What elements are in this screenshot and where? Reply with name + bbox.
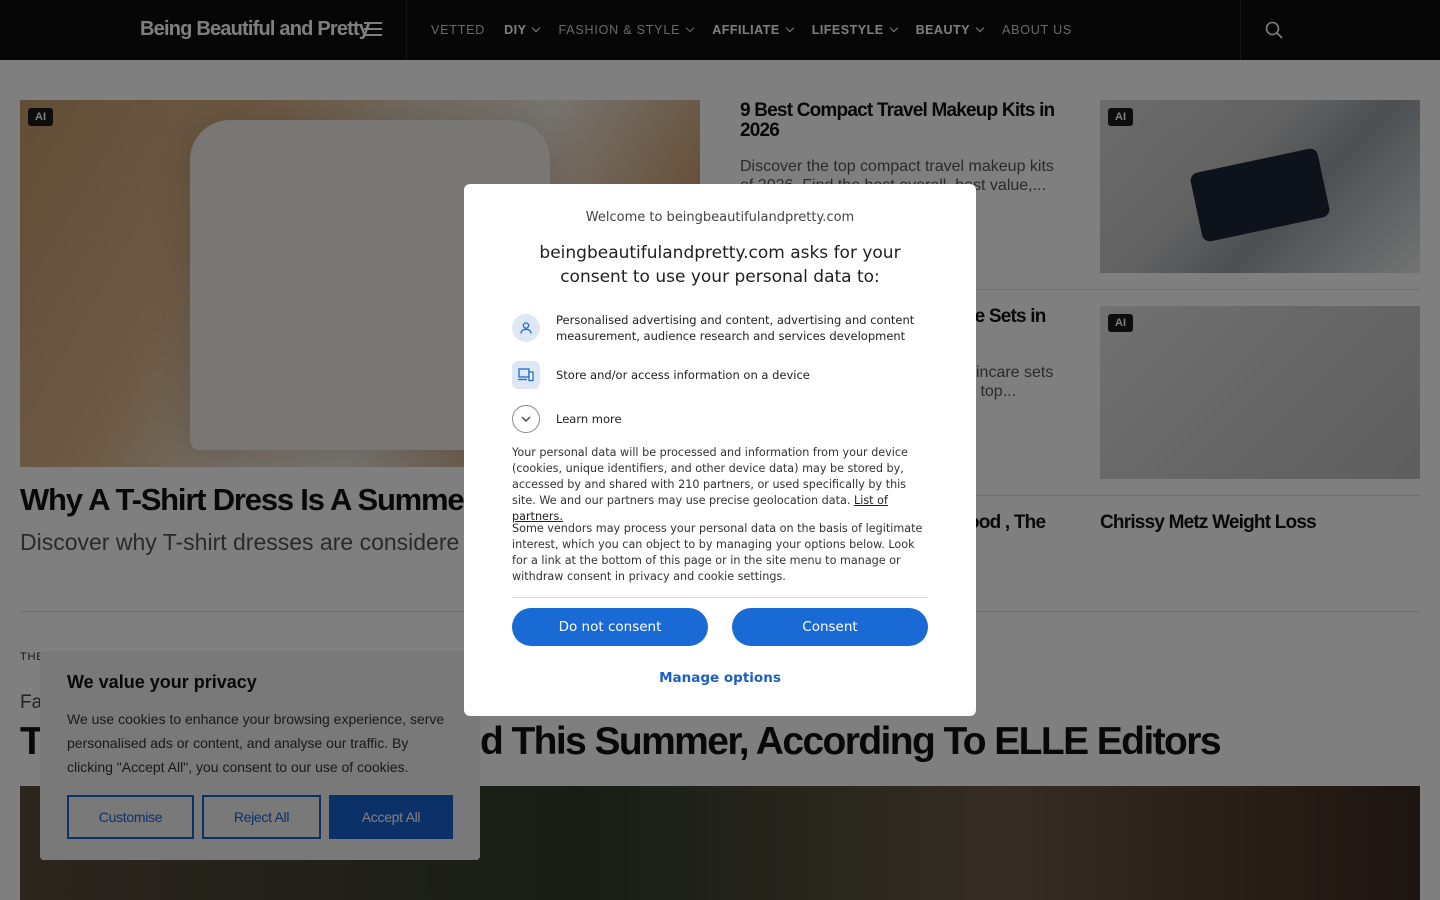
chevron-down-icon[interactable] [512, 405, 540, 433]
consent-dialog: Welcome to beingbeautifulandpretty.com b… [464, 184, 976, 716]
devices-icon [512, 361, 540, 389]
consent-button[interactable]: Consent [732, 608, 928, 646]
consent-title: beingbeautifulandpretty.com asks for you… [539, 243, 901, 287]
person-icon [512, 314, 540, 342]
consent-body-1: Your personal data will be processed and… [512, 446, 908, 523]
consent-welcome: Welcome to beingbeautifulandpretty.com [585, 210, 855, 225]
divider [512, 597, 928, 598]
purpose-personalised-ads: Personalised advertising and content, ad… [512, 312, 926, 344]
purpose-text: Store and/or access information on a dev… [556, 368, 810, 382]
consent-body-2: Some vendors may process your personal d… [512, 522, 923, 583]
purpose-text: Personalised advertising and content, ad… [556, 313, 915, 343]
learn-more-toggle[interactable]: Learn more [512, 405, 926, 433]
cookie-banner-dim [40, 651, 480, 860]
do-not-consent-button[interactable]: Do not consent [512, 608, 708, 646]
purpose-store-access: Store and/or access information on a dev… [512, 361, 926, 389]
learn-more-label[interactable]: Learn more [556, 411, 926, 427]
manage-options-link[interactable]: Manage options [464, 670, 976, 686]
